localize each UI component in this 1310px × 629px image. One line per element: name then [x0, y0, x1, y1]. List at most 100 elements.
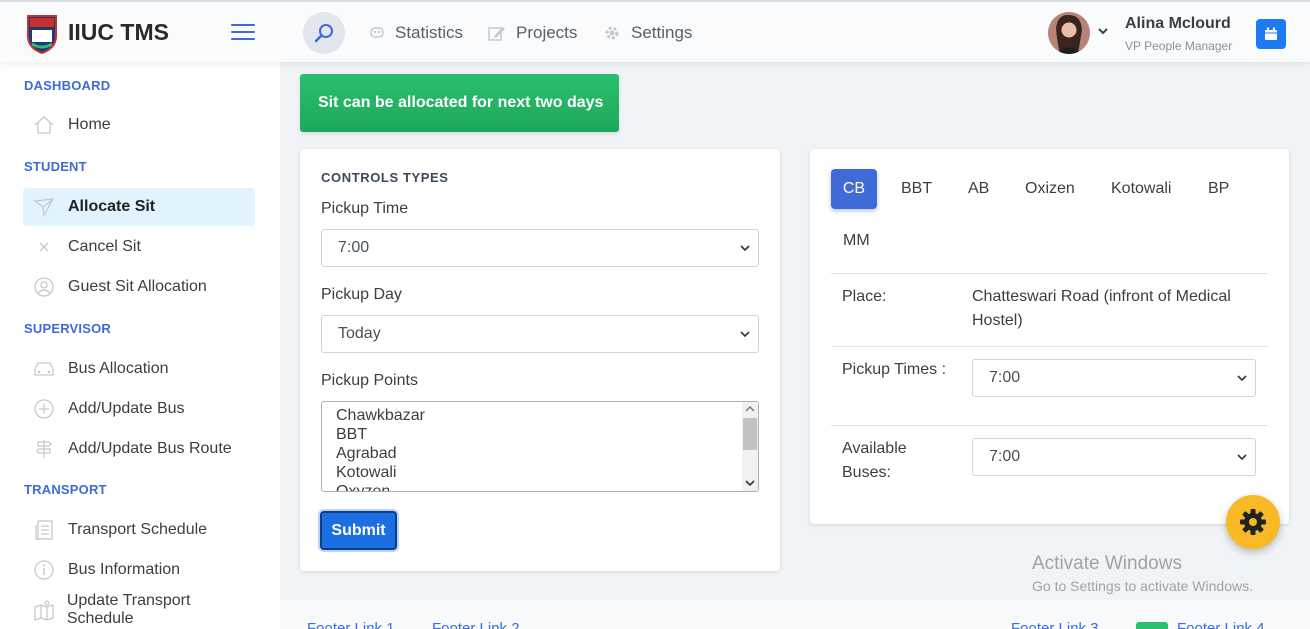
- scrollbar-thumb[interactable]: [743, 418, 757, 450]
- sidebar-item-label: Add/Update Bus Route: [68, 440, 232, 457]
- info-icon: [23, 559, 68, 581]
- search-button[interactable]: [303, 12, 345, 54]
- theme-settings-button[interactable]: [1226, 495, 1280, 549]
- iiuc-logo: [27, 15, 57, 54]
- footer-link-2[interactable]: Footer Link 2: [432, 620, 520, 629]
- sidebar-item-guest-sit-allocation[interactable]: Guest Sit Allocation: [23, 268, 255, 306]
- document-icon: [23, 519, 68, 541]
- place-value: Chatteswari Road (infront of Medical Hos…: [972, 288, 1231, 329]
- pickup-times-value: 7:00: [989, 369, 1021, 386]
- chevron-down-icon: [740, 245, 750, 252]
- sidebar-item-label: Update Transport Schedule: [66, 592, 191, 627]
- pickup-day-value: Today: [338, 325, 381, 342]
- edit-icon: [488, 25, 506, 41]
- signpost-icon: [23, 438, 68, 460]
- controls-title: CONTROLS TYPES: [321, 170, 449, 185]
- sidebar-item-update-transport-schedule[interactable]: Update Transport Schedule: [23, 591, 255, 629]
- sidebar-item-cancel-sit[interactable]: Cancel Sit: [23, 228, 255, 266]
- pickup-time-select[interactable]: 7:00: [321, 229, 759, 267]
- sidebar-item-label: Bus Information: [68, 561, 181, 578]
- sidebar-item-label: Add/Update Bus: [68, 400, 185, 417]
- calendar-icon: [1265, 27, 1277, 40]
- list-item[interactable]: Agrabad: [336, 445, 397, 463]
- tab-oxizen[interactable]: Oxizen: [1025, 180, 1075, 198]
- footer-link-1[interactable]: Footer Link 1: [307, 620, 395, 629]
- menu-toggle-icon[interactable]: [231, 24, 255, 40]
- sidebar-heading-supervisor: SUPERVISOR: [24, 321, 112, 336]
- divider: [831, 273, 1268, 274]
- sidebar-item-label: Home: [68, 116, 111, 133]
- pickup-points-label: Pickup Points: [321, 372, 418, 389]
- footer-link-3[interactable]: Footer Link 3: [1011, 620, 1099, 629]
- nav-statistics-label: Statistics: [395, 23, 464, 42]
- user-role: VP People Manager: [1125, 39, 1233, 53]
- chevron-down-icon: [740, 331, 750, 338]
- nav-statistics[interactable]: Statistics: [369, 23, 463, 43]
- chevron-down-icon: [1237, 454, 1247, 461]
- calendar-button[interactable]: [1256, 19, 1286, 49]
- tab-mm[interactable]: MM: [843, 232, 870, 250]
- tab-cb[interactable]: CB: [831, 169, 877, 209]
- chevron-down-icon: [1237, 375, 1247, 382]
- nav-settings[interactable]: Settings: [603, 23, 692, 43]
- home-icon: [23, 115, 68, 135]
- search-icon: [314, 24, 333, 43]
- close-icon: [23, 237, 68, 257]
- gear-icon: [603, 24, 621, 42]
- sidebar-item-allocate-sit[interactable]: Allocate Sit: [23, 188, 255, 226]
- footer: Footer Link 1 Footer Link 2 Footer Link …: [280, 600, 1310, 629]
- sidebar-item-bus-allocation[interactable]: Bus Allocation: [23, 350, 255, 388]
- submit-button[interactable]: Submit: [320, 511, 397, 550]
- list-item[interactable]: Oxyzen: [336, 483, 390, 491]
- pickup-day-label: Pickup Day: [321, 286, 402, 303]
- pickup-times-select[interactable]: 7:00: [972, 359, 1256, 397]
- available-buses-label: Available Buses:: [842, 440, 907, 481]
- listbox-scrollbar[interactable]: [742, 402, 758, 491]
- pickup-day-select[interactable]: Today: [321, 315, 759, 353]
- chevron-up-icon[interactable]: [745, 405, 755, 413]
- sidebar: DASHBOARD Home STUDENT Allocate Sit Canc…: [0, 62, 280, 629]
- map-icon: [23, 599, 67, 621]
- list-item[interactable]: BBT: [336, 426, 367, 444]
- footer-badge: [1136, 622, 1168, 629]
- app-header: IIUC TMS Statistics Projects Settings Al…: [0, 0, 1310, 62]
- tab-ab[interactable]: AB: [968, 180, 989, 198]
- chevron-down-icon[interactable]: [745, 479, 755, 487]
- sidebar-item-add-update-bus-route[interactable]: Add/Update Bus Route: [23, 430, 255, 468]
- pickup-time-label: Pickup Time: [321, 200, 409, 217]
- sidebar-item-transport-schedule[interactable]: Transport Schedule: [23, 511, 255, 549]
- sidebar-item-label: Guest Sit Allocation: [68, 278, 207, 295]
- nav-settings-label: Settings: [631, 23, 693, 42]
- nav-projects-label: Projects: [516, 23, 578, 42]
- plane-icon: [23, 197, 68, 217]
- brand-title: IIUC TMS: [68, 19, 169, 45]
- pickup-time-value: 7:00: [338, 239, 370, 256]
- chevron-down-icon[interactable]: [1097, 26, 1109, 36]
- plus-circle-icon: [23, 398, 68, 420]
- nav-projects[interactable]: Projects: [488, 23, 577, 43]
- place-label: Place:: [842, 288, 887, 305]
- available-buses-select[interactable]: 7:00: [972, 438, 1256, 476]
- divider: [831, 425, 1268, 426]
- activation-watermark-subtitle: Go to Settings to activate Windows.: [1032, 578, 1253, 594]
- footer-link-4[interactable]: Footer Link 4: [1177, 620, 1265, 629]
- pickup-points-listbox[interactable]: Chawkbazar BBT Agrabad Kotowali Oxyzen: [321, 401, 759, 492]
- pickup-times-label: Pickup Times :: [842, 361, 947, 378]
- list-item[interactable]: Chawkbazar: [336, 407, 425, 425]
- sidebar-item-bus-information[interactable]: Bus Information: [23, 551, 255, 589]
- list-item[interactable]: Kotowali: [336, 464, 396, 482]
- sidebar-item-label: Cancel Sit: [68, 238, 141, 255]
- tab-bp[interactable]: BP: [1208, 180, 1229, 198]
- avatar[interactable]: [1048, 12, 1090, 54]
- tab-kotowali[interactable]: Kotowali: [1111, 180, 1171, 198]
- sidebar-item-label: Transport Schedule: [68, 521, 208, 538]
- sidebar-heading-transport: TRANSPORT: [24, 482, 107, 497]
- sidebar-item-add-update-bus[interactable]: Add/Update Bus: [23, 390, 255, 428]
- sidebar-heading-student: STUDENT: [24, 159, 87, 174]
- tab-bbt[interactable]: BBT: [901, 180, 932, 198]
- sidebar-item-home[interactable]: Home: [23, 106, 255, 144]
- sidebar-item-label: Allocate Sit: [68, 198, 156, 215]
- divider: [831, 346, 1268, 347]
- controls-card: CONTROLS TYPES Pickup Time 7:00 Pickup D…: [300, 149, 780, 571]
- allocation-alert: Sit can be allocated for next two days: [300, 74, 619, 132]
